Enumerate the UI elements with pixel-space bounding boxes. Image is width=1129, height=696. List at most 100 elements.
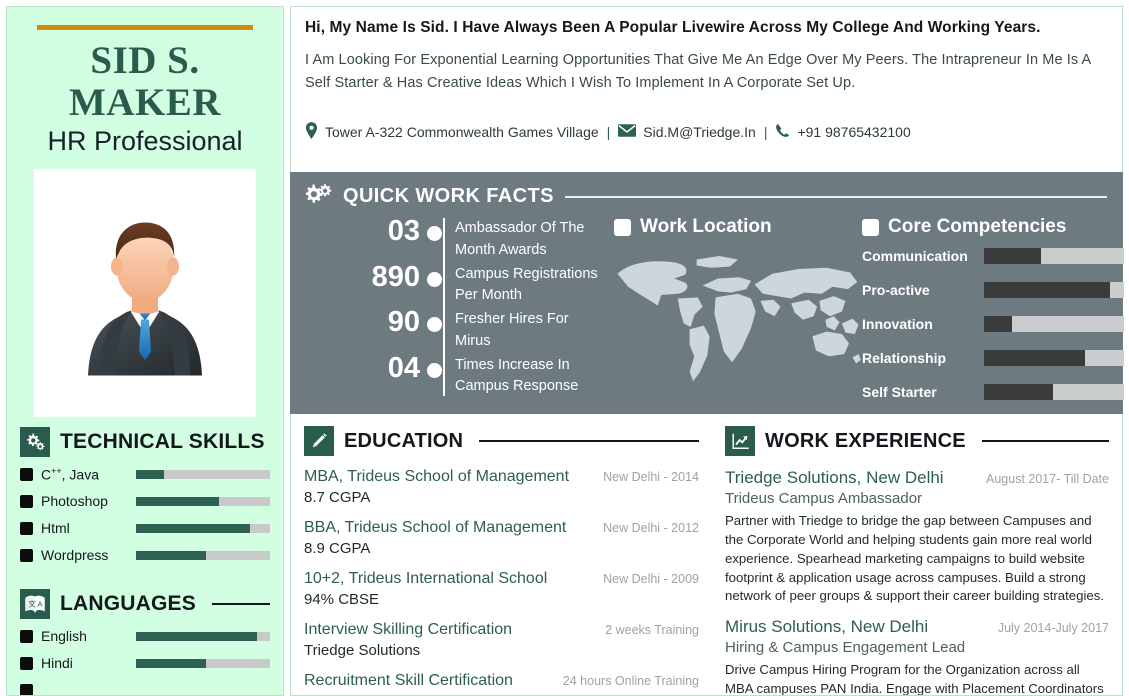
language-bar-track	[136, 631, 270, 641]
skill-label: Wordpress	[41, 547, 109, 564]
businessman-avatar	[88, 222, 202, 376]
education-entry: MBA, Trideus School of Management New De…	[304, 467, 699, 508]
skill-bar-track	[136, 469, 270, 479]
intro-paragraph: I Am Looking For Exponential Learning Op…	[305, 52, 1091, 92]
competency-bar-track	[984, 350, 1124, 366]
facts-body: 03 Ambassador Of The Month Awards 890 Ca…	[306, 216, 1124, 414]
education-grade: 8.7 CGPA	[304, 488, 371, 506]
education-entry: BBA, Trideus School of Management New De…	[304, 518, 699, 559]
experience-meta: July 2014-July 2017	[997, 621, 1109, 636]
timeline-dot-icon	[427, 317, 442, 332]
phone-text: +91 98765432100	[797, 123, 911, 140]
language-label: English	[41, 628, 87, 645]
technical-skills-section: TECHNICAL SKILLS C++, Java Photoshop Htm…	[7, 417, 283, 564]
experience-meta: August 2017- Till Date	[986, 472, 1109, 486]
contact-separator-2: |	[763, 123, 768, 140]
fact-item: 04 Times Increase In Campus Response	[324, 352, 606, 399]
language-row: English	[20, 627, 270, 645]
experience-entry-top: Mirus Solutions, New Delhi July 2014-Jul…	[725, 616, 1109, 638]
education-entry-top: BBA, Trideus School of Management New De…	[304, 518, 699, 539]
core-competencies-column: Core Competencies Communication Pro-acti…	[862, 216, 1124, 414]
core-competencies-header: Core Competencies	[862, 216, 1124, 238]
competency-label: Relationship	[862, 350, 947, 366]
gears-icon	[20, 427, 50, 458]
avatar	[34, 169, 256, 418]
bullet-icon	[20, 467, 33, 481]
competency-bar-fill	[984, 350, 1085, 366]
education-degree: Recruitment Skill Certification	[304, 672, 513, 690]
education-section: EDUCATION MBA, Trideus School of Managem…	[291, 414, 712, 695]
bullet-icon	[20, 521, 33, 535]
timeline-dot-icon	[427, 226, 442, 241]
fact-text: Fresher Hires For Mirus	[455, 311, 569, 349]
languages-header: 文 A LANGUAGES	[20, 589, 270, 620]
skill-bar-fill	[136, 523, 250, 533]
languages-title: LANGUAGES	[60, 592, 196, 616]
skill-bar-fill	[136, 496, 220, 506]
work-experience-title: WORK EXPERIENCE	[765, 429, 966, 452]
translate-book-icon: 文 A	[20, 589, 50, 620]
contact-separator-1: |	[606, 123, 611, 140]
competency-bar-track	[984, 316, 1124, 332]
work-experience-section: WORK EXPERIENCE Triedge Solutions, New D…	[712, 414, 1122, 695]
resume-page: SID S. MAKER HR Professional TECHNICAL S…	[0, 0, 1129, 696]
bullet-icon	[20, 548, 33, 562]
language-bar-fill	[136, 658, 206, 668]
core-competencies-list: Communication Pro-active Innovation Rela…	[862, 244, 1124, 404]
svg-text:文: 文	[28, 599, 36, 609]
education-entry: Recruitment Skill Certification 24 hours…	[304, 671, 699, 692]
competency-label: Pro-active	[862, 282, 930, 298]
education-meta: New Delhi - 2009	[603, 572, 699, 587]
languages-list: English Hindi	[20, 627, 270, 695]
square-marker-icon	[614, 218, 631, 236]
education-entry-top: MBA, Trideus School of Management New De…	[304, 467, 699, 488]
education-entry-top: Recruitment Skill Certification 24 hours…	[304, 671, 699, 692]
quick-work-facts-section: QUICK WORK FACTS 03 Ambassador Of The Mo…	[290, 172, 1124, 414]
education-grade: Triedge Solutions	[304, 641, 421, 659]
job-title: HR Professional	[47, 126, 243, 157]
education-entry: Interview Skilling Certification 2 weeks…	[304, 620, 699, 661]
education-meta: New Delhi - 2012	[603, 521, 699, 536]
competency-row: Innovation	[862, 312, 1124, 336]
skill-row: Wordpress	[20, 546, 270, 564]
fact-text: Ambassador Of The Month Awards	[455, 220, 585, 258]
competency-bar-fill	[984, 384, 1053, 400]
work-location-column: Work Location	[606, 216, 862, 414]
fact-item: 03 Ambassador Of The Month Awards	[324, 216, 606, 262]
education-grade: 8.9 CGPA	[304, 539, 371, 557]
skill-bar-track	[136, 496, 270, 506]
education-meta: 2 weeks Training	[605, 623, 699, 638]
skill-label: Photoshop	[41, 493, 108, 510]
languages-section: 文 A LANGUAGES English Hindi	[7, 573, 283, 695]
main-column: Hi, My Name Is Sid. I Have Always Been A…	[290, 6, 1124, 696]
education-header: EDUCATION	[304, 426, 699, 456]
language-row: Hindi	[20, 654, 270, 672]
competency-bar-track	[984, 248, 1124, 264]
fact-item: 890 Campus Registrations Per Month	[324, 261, 606, 308]
work-location-title: Work Location	[640, 216, 772, 237]
languages-divider	[211, 603, 270, 606]
square-marker-icon	[862, 218, 879, 236]
experience-company: Mirus Solutions, New Delhi	[725, 617, 929, 637]
language-label: Hindi	[41, 655, 73, 672]
competency-bar-fill	[984, 282, 1110, 298]
skill-bar-track	[136, 550, 270, 560]
competency-row: Communication	[862, 244, 1124, 268]
skill-bar-fill	[136, 469, 165, 479]
bottom-columns: EDUCATION MBA, Trideus School of Managem…	[290, 414, 1123, 696]
experience-role: Trideus Campus Ambassador	[725, 490, 923, 508]
chart-up-icon	[725, 426, 755, 456]
technical-skills-list: C++, Java Photoshop Html Wordpress	[20, 465, 270, 564]
competency-bar-fill	[984, 248, 1042, 264]
competency-label: Self Starter	[862, 384, 937, 400]
skill-label: Html	[41, 520, 70, 537]
fact-text: Times Increase In Campus Response	[455, 356, 579, 395]
work-experience-divider	[981, 440, 1109, 442]
competency-row: Relationship	[862, 346, 1124, 370]
competency-bar-fill	[984, 316, 1012, 332]
core-competencies-title: Core Competencies	[888, 216, 1067, 237]
world-map-icon	[617, 256, 861, 382]
technical-skills-title: TECHNICAL SKILLS	[60, 430, 265, 454]
email-text[interactable]: Sid.M@Triedge.In	[643, 124, 756, 140]
fact-text: Campus Registrations Per Month	[455, 265, 598, 304]
